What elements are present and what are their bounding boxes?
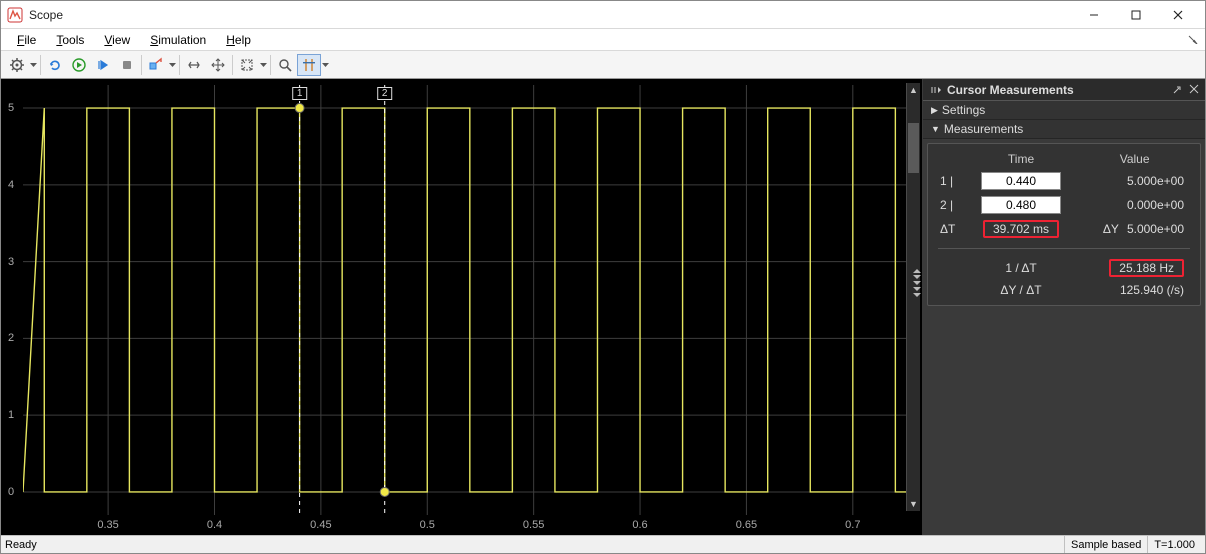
menu-help[interactable]: Help [216, 31, 261, 49]
zoom-button[interactable] [273, 54, 297, 76]
measurements-body: TimeValue 1 | 5.000e+00 2 | 0.000e+00 ΔT… [927, 143, 1201, 306]
dT-value: 39.702 ms [983, 220, 1059, 238]
menubar: File Tools View Simulation Help [1, 29, 1205, 51]
invdT-label: 1 / ΔT [967, 257, 1075, 279]
dY-label: ΔY [1103, 222, 1119, 236]
x-tick: 0.35 [97, 519, 118, 531]
step-button[interactable] [91, 54, 115, 76]
status-time: T=1.000 [1147, 536, 1201, 553]
x-tick: 0.6 [632, 519, 647, 531]
status-ready: Ready [5, 539, 37, 551]
toolbar-overflow-icon[interactable] [1187, 31, 1199, 49]
y-tick: 2 [8, 332, 14, 344]
settings-dropdown[interactable] [29, 63, 38, 67]
y-tick: 4 [8, 179, 14, 191]
maximize-button[interactable] [1115, 1, 1157, 29]
window-title: Scope [29, 8, 63, 22]
close-button[interactable] [1157, 1, 1199, 29]
minimize-button[interactable] [1073, 1, 1115, 29]
x-tick: 0.55 [523, 519, 544, 531]
y-tick: 0 [8, 486, 14, 498]
dT-label: ΔT [936, 218, 965, 240]
window-titlebar: Scope [1, 1, 1205, 29]
settings-label: Settings [942, 103, 985, 117]
col-value: Value [1077, 150, 1192, 168]
run-button[interactable] [67, 54, 91, 76]
menu-file[interactable]: File [7, 31, 46, 49]
invdT-value: 25.188 Hz [1109, 259, 1184, 277]
menu-tools[interactable]: Tools [46, 31, 94, 49]
panel-popout-icon[interactable] [1173, 83, 1183, 97]
status-sample: Sample based [1064, 536, 1147, 553]
vertical-scrollbar[interactable]: ▲ ▼ [906, 83, 920, 511]
plot-area[interactable]: 5 4 3 2 1 0 0.35 0.4 0.45 0.5 0.55 0.6 0.65 0.7 1 2 ▲… [1, 79, 923, 535]
toolbar [1, 51, 1205, 79]
menu-simulation[interactable]: Simulation [140, 31, 216, 49]
status-bar: Ready Sample based T=1.000 [1, 535, 1205, 553]
zoom-x-button[interactable] [182, 54, 206, 76]
cursor-label-1[interactable]: 1 [292, 87, 308, 100]
slope-value: 125.940 (/s) [1077, 281, 1192, 299]
cursor-measurements-panel: Cursor Measurements ▶ Settings ▼ Measureme… [923, 79, 1205, 535]
row2-label: 2 | [936, 194, 965, 216]
autoscale-button[interactable] [235, 54, 259, 76]
autoscale-dropdown[interactable] [259, 63, 268, 67]
scroll-thumb[interactable] [908, 123, 919, 173]
app-icon [7, 7, 23, 23]
cursor2-time-input[interactable] [981, 196, 1061, 214]
x-tick: 0.5 [420, 519, 435, 531]
scroll-up-icon[interactable]: ▲ [907, 83, 920, 97]
stop-button[interactable] [115, 54, 139, 76]
menu-view[interactable]: View [94, 31, 140, 49]
col-time: Time [967, 150, 1075, 168]
cursor-label-2[interactable]: 2 [377, 87, 393, 100]
dY-value: 5.000e+00 [1127, 222, 1184, 236]
measurements-label: Measurements [944, 122, 1023, 136]
slope-label: ΔY / ΔT [967, 281, 1075, 299]
cursor1-value: 5.000e+00 [1077, 170, 1192, 192]
x-tick: 0.4 [207, 519, 222, 531]
settings-section-header[interactable]: ▶ Settings [923, 101, 1205, 120]
y-tick: 3 [8, 256, 14, 268]
cursor1-time-input[interactable] [981, 172, 1061, 190]
main-area: 5 4 3 2 1 0 0.35 0.4 0.45 0.5 0.55 0.6 0.65 0.7 1 2 ▲… [1, 79, 1205, 535]
panel-drag-handle[interactable] [913, 269, 921, 297]
cursor2-value: 0.000e+00 [1077, 194, 1192, 216]
highlight-dropdown[interactable] [168, 63, 177, 67]
expanded-triangle-icon: ▼ [931, 124, 940, 134]
x-tick: 0.7 [845, 519, 860, 531]
collapsed-triangle-icon: ▶ [931, 105, 938, 116]
cursor-measure-button[interactable] [297, 54, 321, 76]
pan-button[interactable] [206, 54, 230, 76]
settings-button[interactable] [5, 54, 29, 76]
highlight-button[interactable] [144, 54, 168, 76]
x-tick: 0.45 [310, 519, 331, 531]
panel-title: Cursor Measurements [947, 83, 1074, 97]
cursor-dropdown[interactable] [321, 63, 330, 67]
measurements-section-header[interactable]: ▼ Measurements [923, 120, 1205, 139]
y-tick: 5 [8, 102, 14, 114]
panel-close-icon[interactable] [1189, 83, 1199, 97]
x-tick: 0.65 [736, 519, 757, 531]
row1-label: 1 | [936, 170, 965, 192]
scroll-down-icon[interactable]: ▼ [907, 497, 920, 511]
y-tick: 1 [8, 409, 14, 421]
scope-chart[interactable] [23, 85, 906, 515]
restart-button[interactable] [43, 54, 67, 76]
panel-collapse-icon[interactable] [929, 84, 943, 96]
